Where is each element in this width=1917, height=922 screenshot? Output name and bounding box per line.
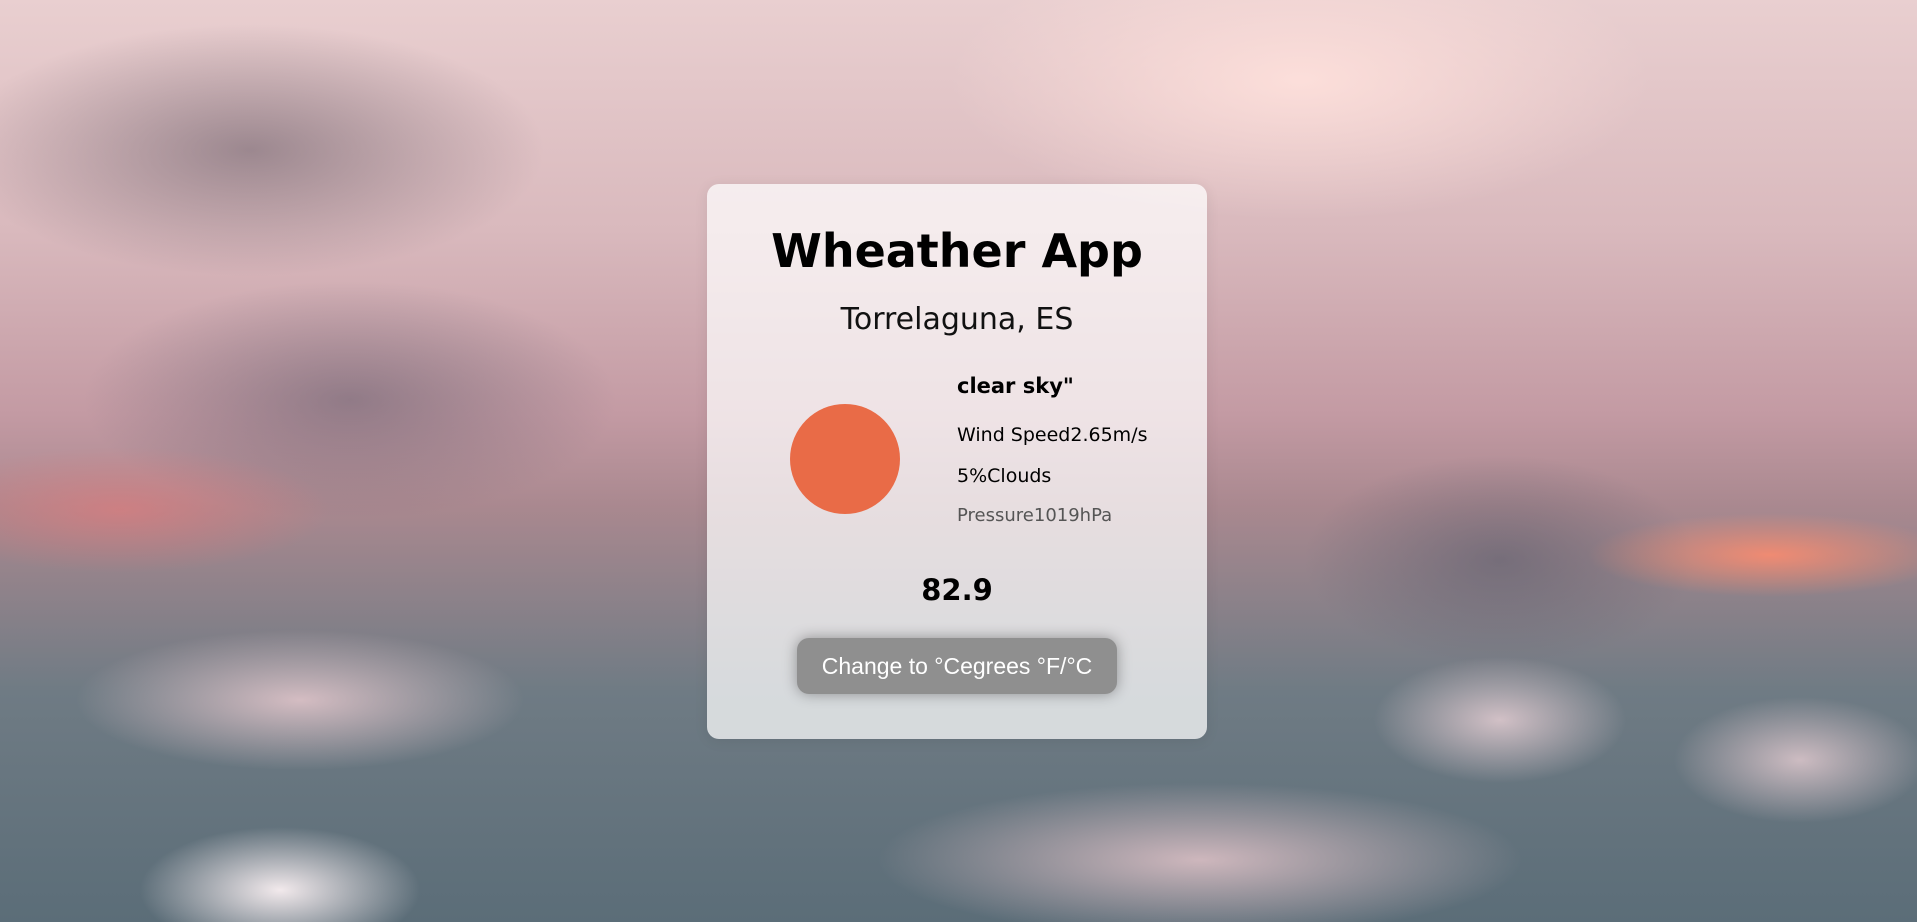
weather-card: Wheather App Torrelaguna, ES clear sky" …: [707, 184, 1207, 739]
temperature-value: 82.9: [921, 573, 993, 607]
app-title: Wheather App: [771, 224, 1143, 278]
cloud-coverage-label: Clouds: [987, 465, 1052, 487]
wind-speed-value: 2.65m/s: [1070, 424, 1148, 446]
wind-speed-label: Wind Speed: [957, 424, 1071, 446]
cloud-coverage-value: 5%: [957, 465, 988, 487]
change-unit-button[interactable]: Change to °Cegrees °F/°C: [797, 638, 1117, 694]
pressure-value: 1019hPa: [1033, 505, 1113, 526]
weather-description: clear sky": [957, 374, 1074, 398]
pressure-label: Pressure: [957, 505, 1034, 526]
location-label: Torrelaguna, ES: [840, 302, 1074, 337]
cloud-coverage: 5%Clouds: [957, 465, 1051, 487]
pressure: Pressure1019hPa: [957, 505, 1112, 526]
wind-speed: Wind Speed2.65m/s: [957, 424, 1147, 446]
sun-icon: [790, 404, 900, 514]
